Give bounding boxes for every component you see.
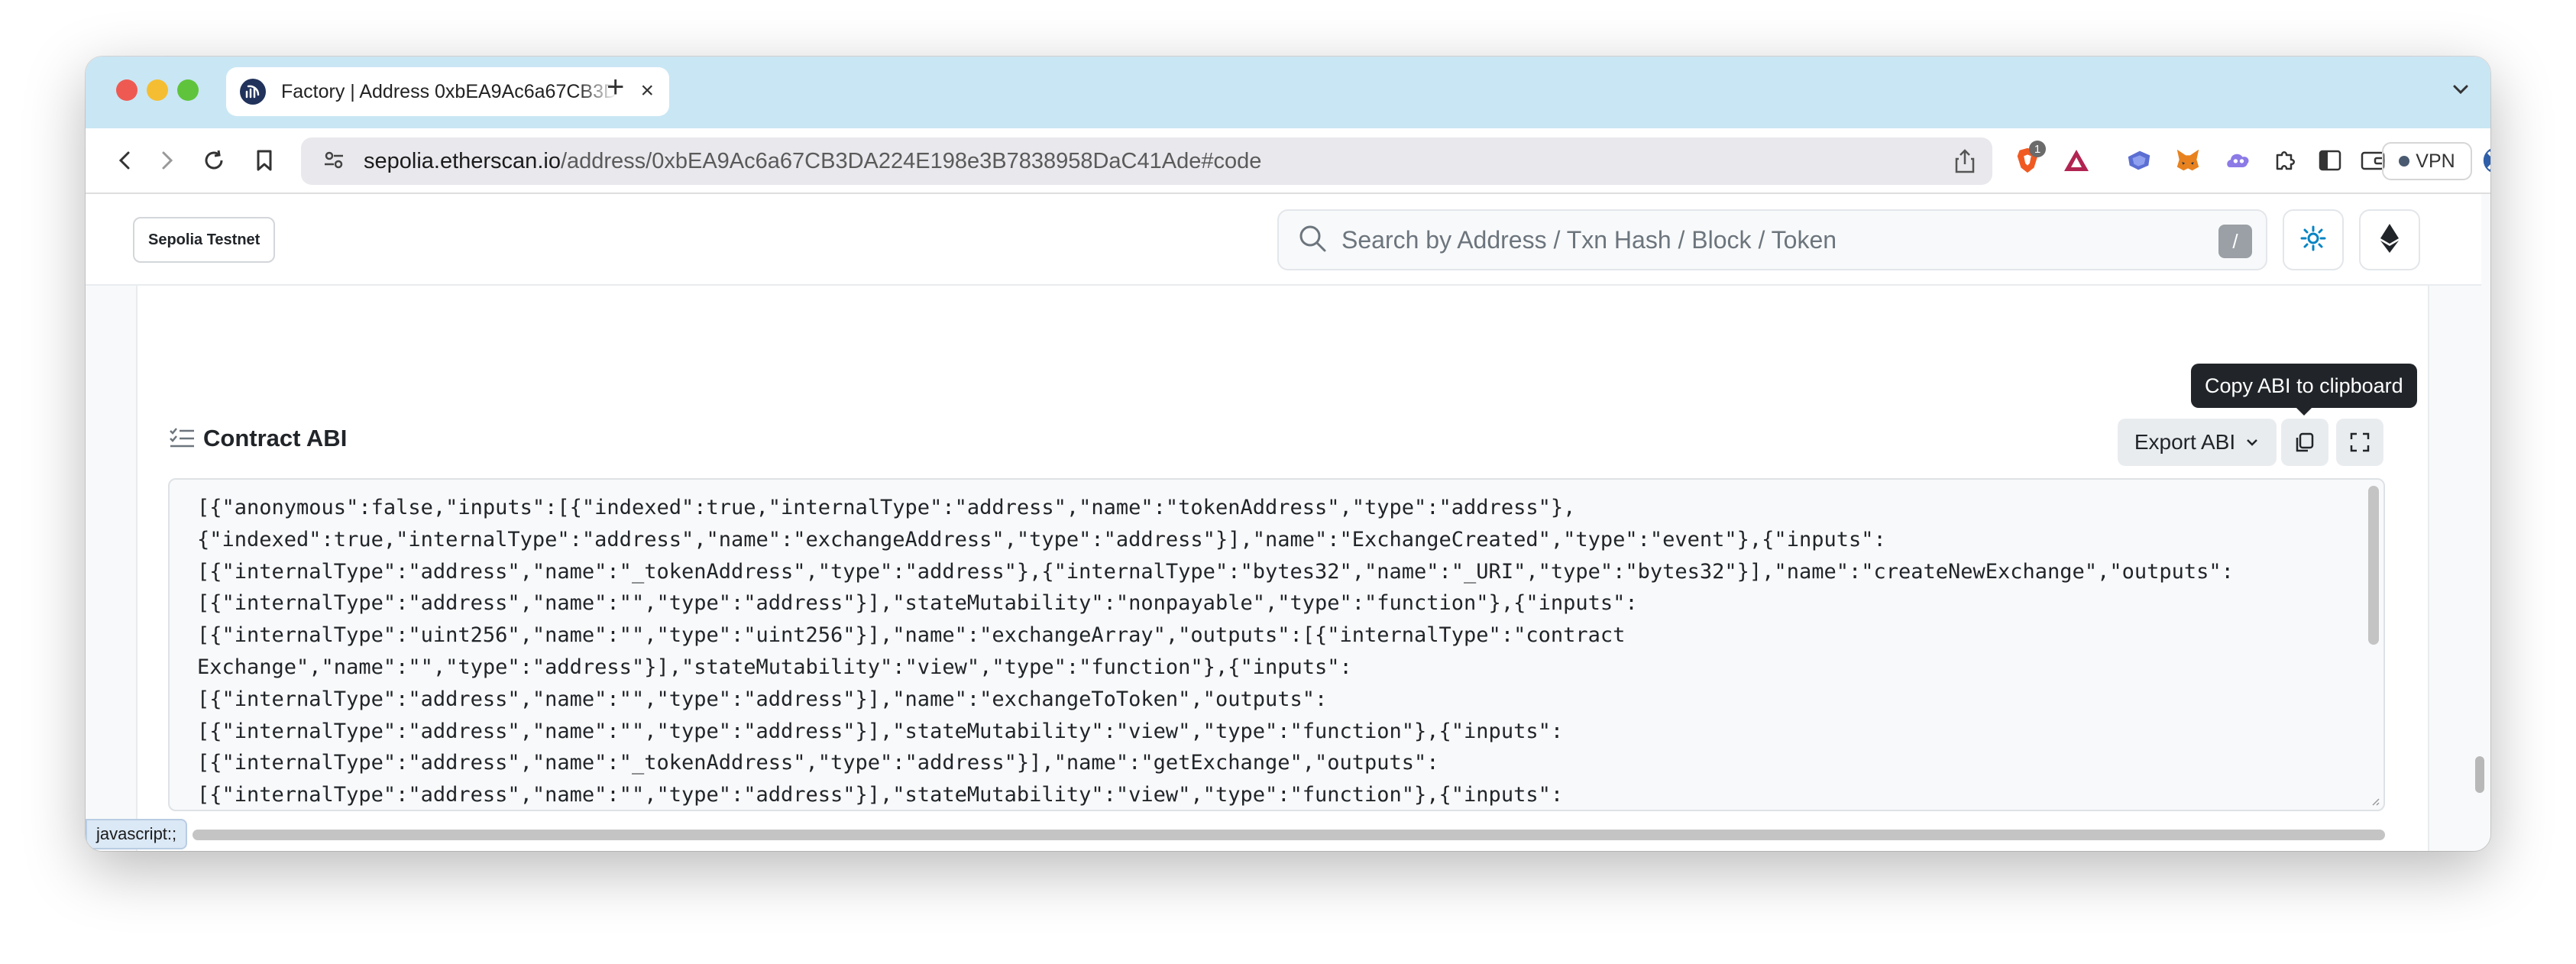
status-bar-url: javascript:;: [86, 819, 188, 849]
bookmark-icon[interactable]: [251, 147, 278, 174]
vpn-button[interactable]: VPN: [2382, 142, 2472, 180]
expand-icon: [2350, 432, 2370, 452]
cloud-extension-icon[interactable]: [2225, 147, 2252, 174]
list-check-icon: [170, 428, 194, 448]
minimize-window-button[interactable]: [147, 79, 168, 101]
page-content: Sepolia Testnet / Copy ABI to: [86, 194, 2490, 851]
tab-close-icon[interactable]: ×: [640, 78, 654, 104]
search-input[interactable]: [1341, 225, 2182, 254]
site-header: Sepolia Testnet /: [86, 194, 2481, 286]
sidebar-toggle-icon[interactable]: [2316, 147, 2344, 174]
wallet-extension-icon[interactable]: [2125, 147, 2153, 174]
abi-scrollbar-thumb[interactable]: [2368, 486, 2379, 645]
metamask-fox-icon[interactable]: [2174, 147, 2202, 174]
back-arrow-icon[interactable]: [112, 147, 139, 174]
copy-abi-button[interactable]: [2281, 419, 2328, 466]
close-window-button[interactable]: [116, 79, 138, 101]
export-abi-label: Export ABI: [2134, 430, 2236, 454]
resize-handle-icon[interactable]: [2370, 796, 2380, 807]
ethereum-icon: [2379, 222, 2400, 258]
page-scrollbar-thumb[interactable]: [2475, 756, 2484, 793]
sun-icon: [2299, 225, 2327, 256]
vpn-label: VPN: [2416, 150, 2455, 172]
tab-strip: Factory | Address 0xbEA9Ac6a67CB3DA224E1…: [86, 57, 2490, 128]
new-tab-plus-icon[interactable]: +: [607, 70, 624, 105]
address-bar[interactable]: sepolia.etherscan.io/address/0xbEA9Ac6a6…: [301, 137, 1992, 185]
reload-icon[interactable]: [200, 147, 228, 174]
browser-toolbar: sepolia.etherscan.io/address/0xbEA9Ac6a6…: [86, 128, 2490, 194]
search-icon: [1297, 223, 1328, 257]
brave-rewards-icon[interactable]: [2063, 147, 2090, 174]
search-shortcut-key: /: [2218, 225, 2252, 258]
tab-etherscan[interactable]: Factory | Address 0xbEA9Ac6a67CB3DA224E1…: [226, 67, 669, 116]
site-settings-icon[interactable]: [322, 148, 345, 175]
profile-avatar-icon[interactable]: [2483, 147, 2490, 174]
share-icon[interactable]: [1954, 148, 1976, 178]
horizontal-scrollbar-thumb[interactable]: [193, 830, 2385, 840]
network-switch-button[interactable]: [2359, 209, 2420, 270]
network-badge[interactable]: Sepolia Testnet: [133, 217, 276, 263]
abi-textarea[interactable]: [{"anonymous":false,"inputs":[{"indexed"…: [168, 478, 2385, 811]
tooltip-text: Copy ABI to clipboard: [2205, 374, 2403, 397]
maximize-window-button[interactable]: [177, 79, 199, 101]
url-text[interactable]: sepolia.etherscan.io/address/0xbEA9Ac6a6…: [364, 149, 1261, 174]
contract-abi-title: Contract ABI: [203, 425, 348, 451]
search-box[interactable]: /: [1277, 209, 2267, 270]
tab-title: Factory | Address 0xbEA9Ac6a67CB3DA224E1…: [281, 80, 617, 102]
chevron-down-icon[interactable]: [2451, 79, 2471, 103]
browser-window: Factory | Address 0xbEA9Ac6a67CB3DA224E1…: [86, 57, 2490, 851]
copy-abi-tooltip: Copy ABI to clipboard: [2191, 364, 2417, 416]
chevron-down-icon: [2247, 439, 2258, 446]
shields-count-badge: 1: [2029, 141, 2046, 157]
tooltip-arrow: [2296, 408, 2312, 416]
forward-arrow-icon[interactable]: [153, 147, 180, 174]
copy-icon: [2296, 432, 2314, 452]
brave-shields-icon[interactable]: 1: [2014, 141, 2046, 174]
abi-json-text[interactable]: [{"anonymous":false,"inputs":[{"indexed"…: [197, 492, 2336, 810]
fullscreen-abi-button[interactable]: [2336, 419, 2383, 466]
extensions-puzzle-icon[interactable]: [2272, 147, 2299, 174]
vpn-status-icon: [2399, 156, 2410, 167]
contract-abi-heading: Contract ABI: [168, 425, 347, 452]
url-path: /address/0xbEA9Ac6a67CB3DA224E198e3B7838…: [560, 148, 1262, 173]
export-abi-button[interactable]: Export ABI: [2118, 419, 2277, 466]
etherscan-favicon-icon: [240, 79, 266, 105]
url-host: sepolia.etherscan.io: [364, 148, 561, 173]
theme-toggle-button[interactable]: [2283, 209, 2344, 270]
